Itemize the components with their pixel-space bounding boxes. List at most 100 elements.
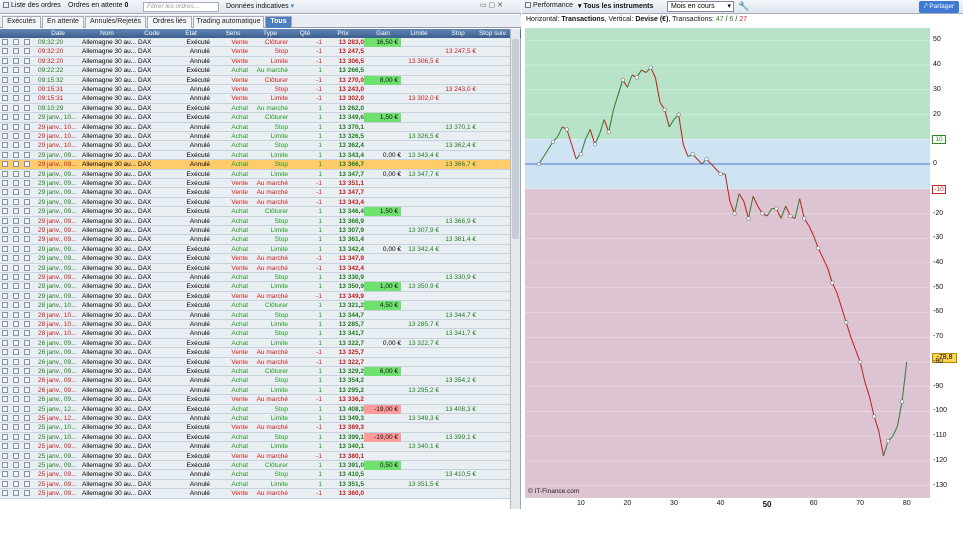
cancel-icon[interactable] <box>13 311 19 318</box>
table-row[interactable]: 29 janv., 09... Allemagne 30 au... DAX Exéc… <box>0 282 510 292</box>
edit-icon[interactable] <box>2 480 8 487</box>
cancel-icon[interactable] <box>13 123 19 130</box>
detail-icon[interactable] <box>24 386 30 393</box>
edit-icon[interactable] <box>2 151 8 158</box>
detail-icon[interactable] <box>24 86 30 92</box>
table-row[interactable]: 09:10:29 Allemagne 30 au... DAX Exécuté Acha… <box>0 103 510 114</box>
scrollbar-thumb[interactable] <box>512 39 519 239</box>
detail-icon[interactable] <box>24 208 30 215</box>
edit-icon[interactable] <box>2 490 8 497</box>
cancel-icon[interactable] <box>13 208 19 215</box>
detail-icon[interactable] <box>24 490 30 497</box>
detail-icon[interactable] <box>24 57 30 64</box>
edit-icon[interactable] <box>2 443 8 450</box>
edit-icon[interactable] <box>2 236 8 243</box>
edit-icon[interactable] <box>2 76 8 83</box>
detail-icon[interactable] <box>24 377 30 384</box>
table-row[interactable]: 26 janv., 09... Allemagne 30 au... DAX Exéc… <box>0 395 510 405</box>
detail-icon[interactable] <box>24 405 30 412</box>
cancel-icon[interactable] <box>13 114 19 121</box>
detail-icon[interactable] <box>24 39 30 45</box>
table-row[interactable]: 28 janv., 10... Allemagne 30 au... DAX Annu… <box>0 310 510 320</box>
cancel-icon[interactable] <box>13 39 19 45</box>
col-sens[interactable]: Sens <box>218 30 248 37</box>
detail-icon[interactable] <box>24 321 30 327</box>
detail-icon[interactable] <box>24 443 30 450</box>
edit-icon[interactable] <box>2 255 8 262</box>
cancel-icon[interactable] <box>13 217 19 224</box>
edit-icon[interactable] <box>2 321 8 327</box>
col-stop[interactable]: Stop <box>440 30 476 37</box>
cancel-icon[interactable] <box>13 490 19 497</box>
detail-icon[interactable] <box>24 114 30 121</box>
edit-icon[interactable] <box>2 86 8 92</box>
edit-icon[interactable] <box>2 292 8 299</box>
table-row[interactable]: 26 janv., 09... Allemagne 30 au... DAX Annu… <box>0 376 510 386</box>
edit-icon[interactable] <box>2 415 8 421</box>
table-row[interactable]: 25 janv., 09... Allemagne 30 au... DAX Exéc… <box>0 451 510 461</box>
table-row[interactable]: 29 janv., 09... Allemagne 30 au... DAX Exéc… <box>0 150 510 161</box>
detail-icon[interactable] <box>24 95 30 102</box>
edit-icon[interactable] <box>2 471 8 478</box>
edit-icon[interactable] <box>2 198 8 205</box>
detail-icon[interactable] <box>24 151 30 158</box>
cancel-icon[interactable] <box>13 264 19 271</box>
table-row[interactable]: 29 janv., 09... Allemagne 30 au... DAX Annu… <box>0 160 510 170</box>
cancel-icon[interactable] <box>13 433 19 440</box>
edit-icon[interactable] <box>2 114 8 121</box>
edit-icon[interactable] <box>2 358 8 365</box>
edit-icon[interactable] <box>2 311 8 318</box>
cancel-icon[interactable] <box>13 302 19 309</box>
cancel-icon[interactable] <box>13 396 19 403</box>
detail-icon[interactable] <box>24 133 30 139</box>
table-row[interactable]: 25 janv., 12... Allemagne 30 au... DAX Annu… <box>0 414 510 424</box>
table-row[interactable]: 29 janv., 10... Allemagne 30 au... DAX Exéc… <box>0 113 510 123</box>
share-button[interactable]: ⤤ Partager <box>919 1 959 13</box>
tab-en-attente[interactable]: En attente <box>42 16 84 28</box>
edit-icon[interactable] <box>2 123 8 130</box>
edit-icon[interactable] <box>2 462 8 468</box>
edit-icon[interactable] <box>2 208 8 215</box>
indicative-data-toggle[interactable]: Données indicatives ▾ <box>226 2 294 10</box>
col-limite[interactable]: Limite <box>401 30 437 37</box>
tab-tous[interactable]: Tous <box>265 16 292 28</box>
edit-icon[interactable] <box>2 396 8 403</box>
cancel-icon[interactable] <box>13 274 19 280</box>
cancel-icon[interactable] <box>13 424 19 431</box>
detail-icon[interactable] <box>24 368 30 374</box>
edit-icon[interactable] <box>2 302 8 309</box>
tab-executes[interactable]: Exécutés <box>2 16 41 28</box>
detail-icon[interactable] <box>24 433 30 440</box>
detail-icon[interactable] <box>24 283 30 290</box>
detail-icon[interactable] <box>24 424 30 431</box>
edit-icon[interactable] <box>2 368 8 374</box>
cancel-icon[interactable] <box>13 443 19 450</box>
table-row[interactable]: 29 janv., 09... Allemagne 30 au... DAX Exéc… <box>0 263 510 273</box>
cancel-icon[interactable] <box>13 462 19 468</box>
table-row[interactable]: 29 janv., 10... Allemagne 30 au... DAX Annu… <box>0 141 510 151</box>
edit-icon[interactable] <box>2 133 8 139</box>
edit-icon[interactable] <box>2 274 8 280</box>
detail-icon[interactable] <box>24 180 30 186</box>
detail-icon[interactable] <box>24 236 30 243</box>
tab-trading-automatique[interactable]: Trading automatique <box>193 16 264 28</box>
edit-icon[interactable] <box>2 433 8 440</box>
cancel-icon[interactable] <box>13 377 19 384</box>
edit-icon[interactable] <box>2 142 8 149</box>
cancel-icon[interactable] <box>13 321 19 327</box>
cancel-icon[interactable] <box>13 339 19 346</box>
detail-icon[interactable] <box>24 264 30 271</box>
detail-icon[interactable] <box>24 123 30 130</box>
col-prix[interactable]: Prix <box>323 30 363 37</box>
table-row[interactable]: 26 janv., 09... Allemagne 30 au... DAX Exéc… <box>0 367 510 377</box>
detail-icon[interactable] <box>24 161 30 168</box>
detail-icon[interactable] <box>24 452 30 459</box>
cancel-icon[interactable] <box>13 189 19 196</box>
cancel-icon[interactable] <box>13 227 19 233</box>
performance-chart[interactable] <box>525 14 930 498</box>
cancel-icon[interactable] <box>13 133 19 139</box>
cancel-icon[interactable] <box>13 57 19 64</box>
table-row[interactable]: 25 janv., 09... Allemagne 30 au... DAX Annu… <box>0 442 510 452</box>
edit-icon[interactable] <box>2 170 8 177</box>
detail-icon[interactable] <box>24 67 30 74</box>
